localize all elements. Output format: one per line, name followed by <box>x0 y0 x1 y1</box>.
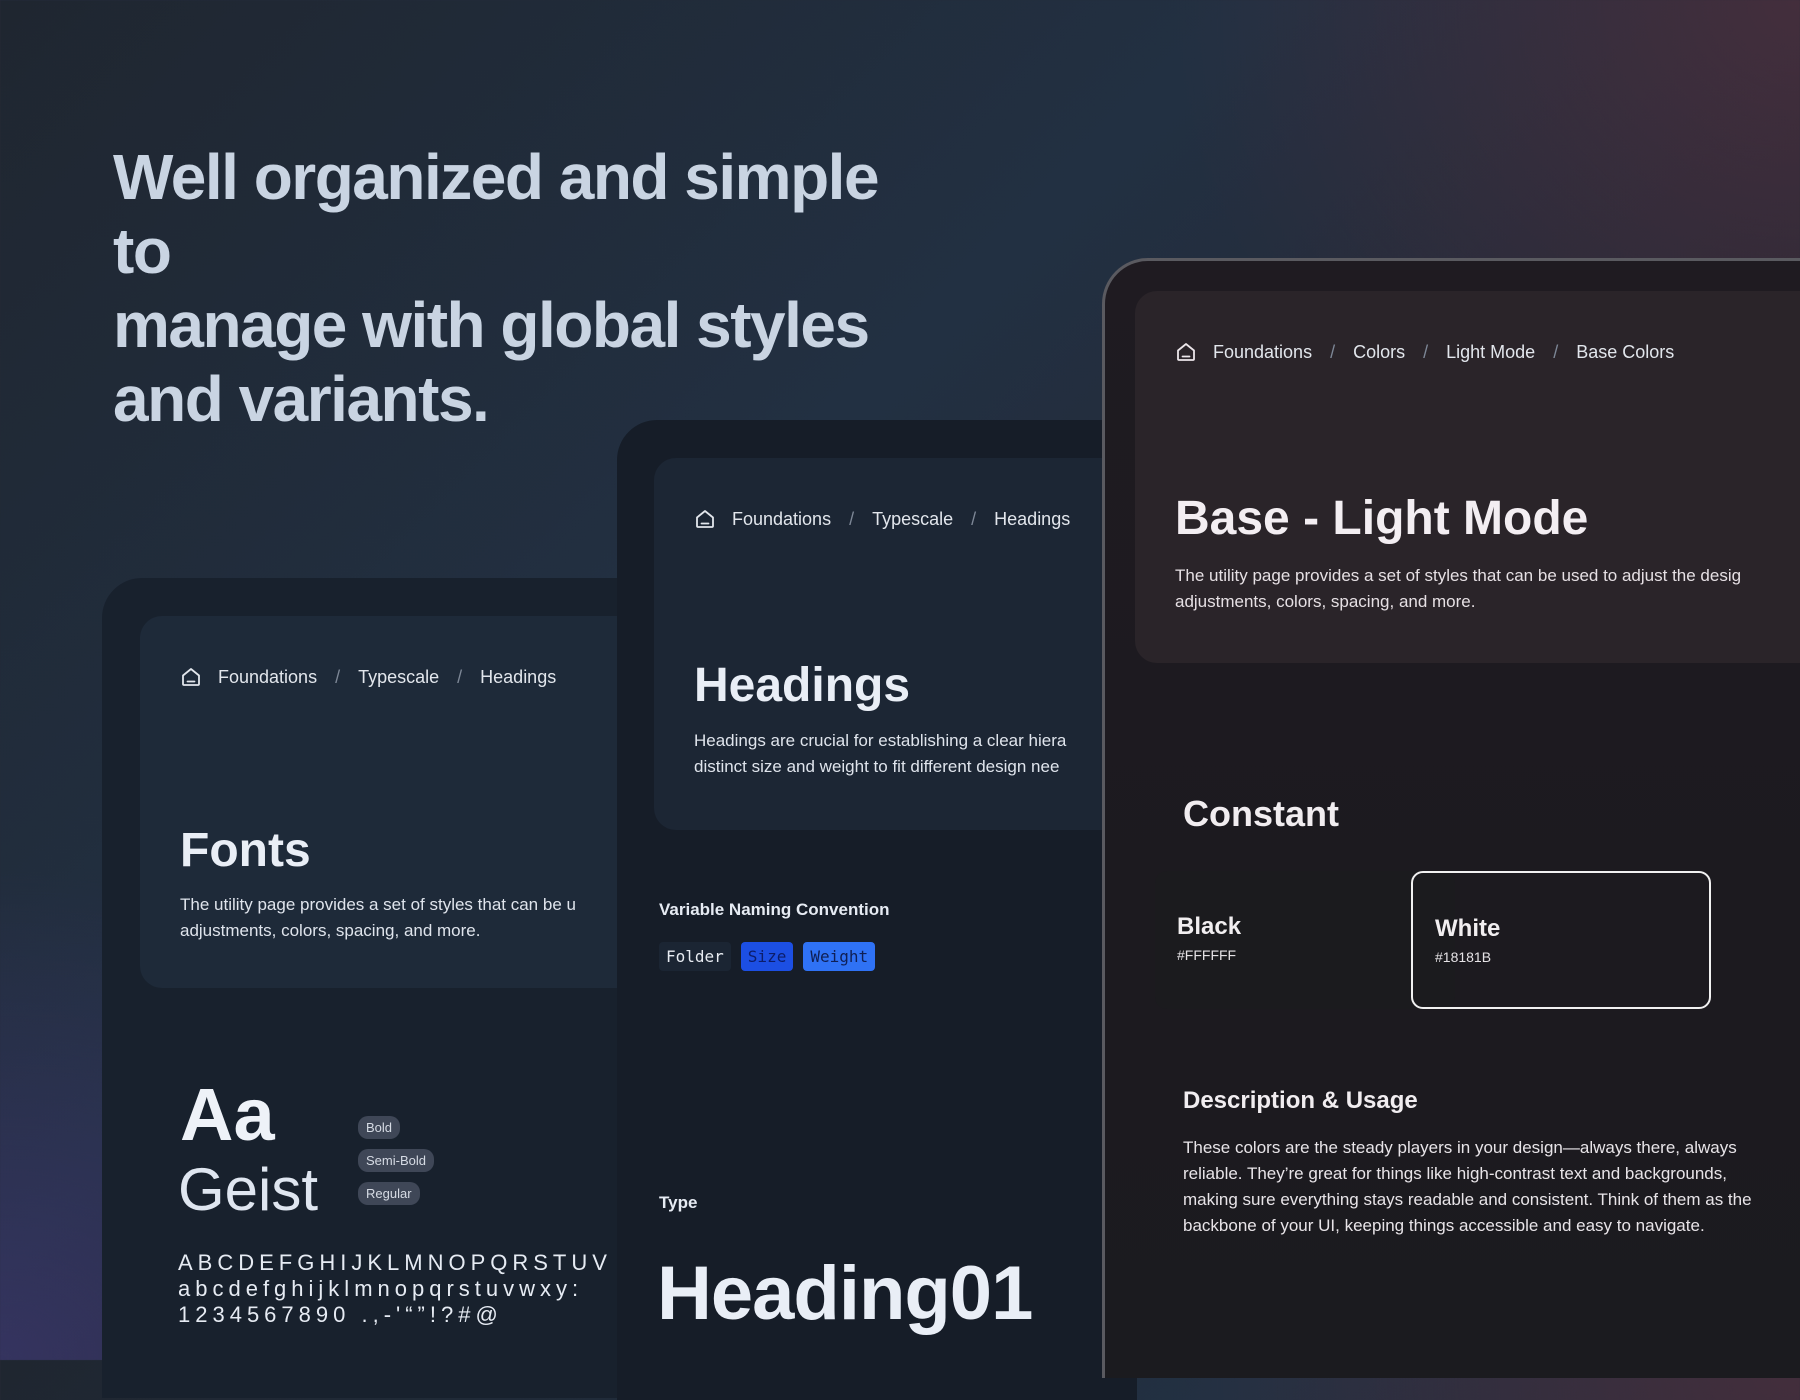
glyph-set: ABCDEFGHIJKLMNOPQRSTUV abcdefghijklmnopq… <box>178 1250 612 1328</box>
heading-type-sample: Heading01 <box>657 1251 1033 1336</box>
type-label: Type <box>659 1193 698 1212</box>
breadcrumb-separator: / <box>1423 341 1429 362</box>
breadcrumb: Foundations / Typescale / Headings <box>180 666 556 688</box>
description-line-2: adjustments, colors, spacing, and more. <box>180 921 481 940</box>
page-description: The utility page provides a set of style… <box>180 892 576 944</box>
section-title-description-usage: Description & Usage <box>1183 1087 1418 1114</box>
breadcrumb-separator: / <box>849 508 855 529</box>
naming-convention-tokens: Folder Size Weight <box>659 942 876 971</box>
fonts-header-card: Foundations / Typescale / Headings Fonts… <box>140 616 662 988</box>
token-folder: Folder <box>659 942 731 971</box>
colors-page-preview: Foundations / Colors / Light Mode / Base… <box>1102 258 1800 1378</box>
description-line-1: The utility page provides a set of style… <box>180 895 576 914</box>
swatch-name: Black <box>1177 913 1242 940</box>
breadcrumb-separator: / <box>335 666 341 687</box>
breadcrumb-item-typescale[interactable]: Typescale <box>872 509 953 530</box>
swatch-hex: #FFFFFF <box>1177 947 1237 963</box>
breadcrumb-item-light-mode[interactable]: Light Mode <box>1446 342 1535 363</box>
breadcrumb-item-foundations[interactable]: Foundations <box>732 509 831 530</box>
weight-badge-semi-bold: Semi-Bold <box>358 1149 434 1172</box>
breadcrumb-item-foundations[interactable]: Foundations <box>218 667 317 688</box>
font-weights-list: Bold Semi-Bold Regular <box>358 1116 434 1205</box>
breadcrumb-item-typescale[interactable]: Typescale <box>358 667 439 688</box>
colors-header-card: Foundations / Colors / Light Mode / Base… <box>1135 291 1800 663</box>
token-weight: Weight <box>803 942 876 971</box>
description-line-2: distinct size and weight to fit differen… <box>694 757 1060 776</box>
breadcrumb-item-foundations[interactable]: Foundations <box>1213 342 1312 363</box>
swatch-hex: #18181B <box>1435 949 1492 965</box>
hero-line-3: and variants. <box>113 363 490 435</box>
headings-header-card: Foundations / Typescale / Headings Headi… <box>654 458 1137 830</box>
description-line-1: Headings are crucial for establishing a … <box>694 731 1067 750</box>
home-icon[interactable] <box>1175 341 1197 363</box>
color-swatch-black[interactable]: Black #FFFFFF <box>1155 871 1455 1009</box>
headings-page-preview: Foundations / Typescale / Headings Headi… <box>617 420 1137 1400</box>
glyphs-numbers: 1234567890 .,-'“”!?#@ <box>178 1302 503 1327</box>
token-size: Size <box>740 942 794 971</box>
hero-headline: Well organized and simple to manage with… <box>113 140 933 436</box>
glyphs-uppercase: ABCDEFGHIJKLMNOPQRSTUV <box>178 1250 612 1275</box>
breadcrumb-separator: / <box>457 666 463 687</box>
breadcrumb-item-base-colors[interactable]: Base Colors <box>1576 342 1674 363</box>
glyphs-lowercase: abcdefghijklmnopqrstuvwxy: <box>178 1276 584 1301</box>
breadcrumb: Foundations / Colors / Light Mode / Base… <box>1175 341 1674 363</box>
weight-badge-regular: Regular <box>358 1182 420 1205</box>
page-title: Fonts <box>180 824 311 877</box>
weight-badge-bold: Bold <box>358 1116 401 1139</box>
hero-line-1: Well organized and simple to <box>113 141 880 287</box>
home-icon[interactable] <box>180 666 202 688</box>
description-line-1: The utility page provides a set of style… <box>1175 566 1742 585</box>
fonts-page-preview: Foundations / Typescale / Headings Fonts… <box>102 578 662 1398</box>
breadcrumb-separator: / <box>1553 341 1559 362</box>
breadcrumb-item-headings[interactable]: Headings <box>480 667 556 688</box>
page-title: Headings <box>694 659 911 712</box>
usage-description: These colors are the steady players in y… <box>1183 1138 1752 1235</box>
breadcrumb: Foundations / Typescale / Headings <box>694 508 1070 530</box>
color-swatch-white[interactable]: White #18181B <box>1411 871 1711 1009</box>
breadcrumb-item-headings[interactable]: Headings <box>994 509 1070 530</box>
naming-convention-label: Variable Naming Convention <box>659 900 890 919</box>
font-name: Geist <box>178 1156 319 1223</box>
font-specimen-aa: Aa <box>180 1073 275 1156</box>
breadcrumb-separator: / <box>1330 341 1336 362</box>
swatch-name: White <box>1435 915 1501 942</box>
home-icon[interactable] <box>694 508 716 530</box>
section-title-constant: Constant <box>1183 793 1339 834</box>
description-line-2: adjustments, colors, spacing, and more. <box>1175 592 1476 611</box>
page-description: Headings are crucial for establishing a … <box>694 728 1066 780</box>
page-title: Base - Light Mode <box>1175 492 1589 545</box>
hero-line-2: manage with global styles <box>113 289 870 361</box>
breadcrumb-separator: / <box>971 508 977 529</box>
breadcrumb-item-colors[interactable]: Colors <box>1353 342 1405 363</box>
page-description: The utility page provides a set of style… <box>1175 563 1741 615</box>
